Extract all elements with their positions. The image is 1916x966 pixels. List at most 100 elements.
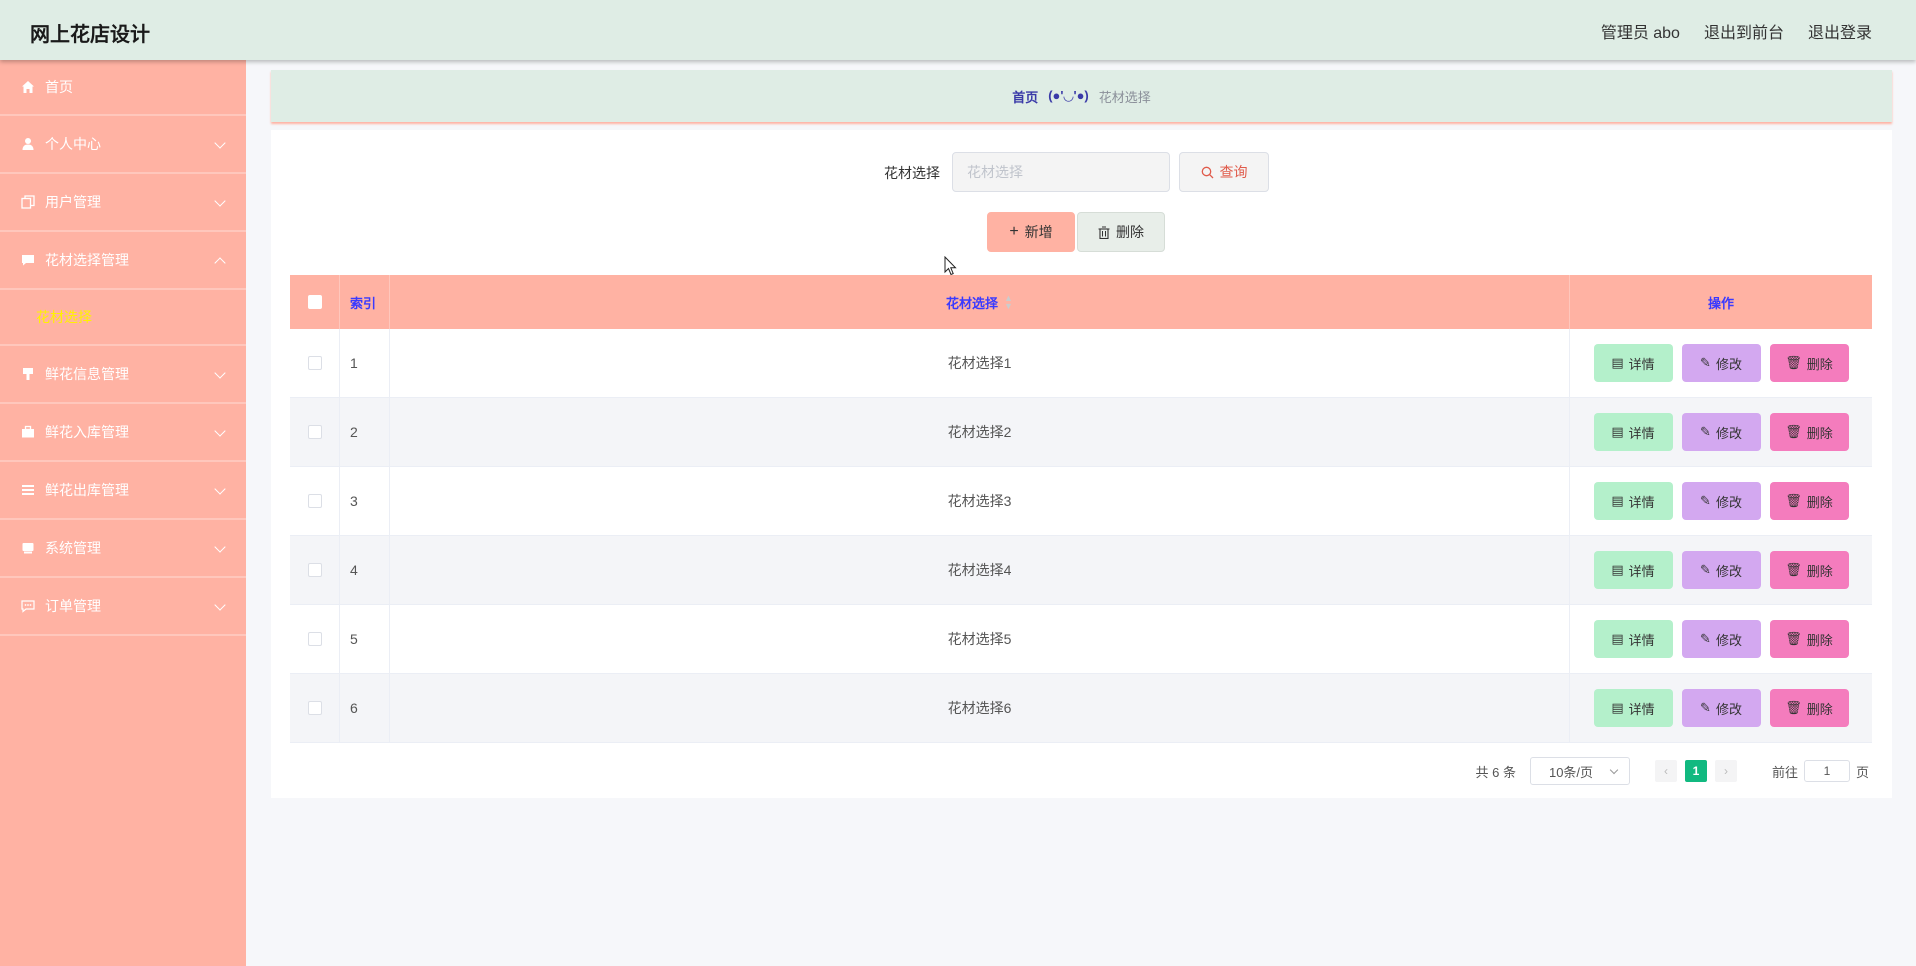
breadcrumb-home[interactable]: 首页 [1012, 87, 1038, 106]
sidebar-item-label: 系统管理 [45, 540, 101, 556]
row-ops: ▤ 详情 ✎ 修改 🗑 删除 [1570, 605, 1872, 673]
exit-to-front-link[interactable]: 退出到前台 [1704, 19, 1784, 43]
trash-icon: 🗑 [1785, 424, 1802, 439]
logout-link[interactable]: 退出登录 [1808, 19, 1872, 43]
search-icon [1201, 166, 1213, 178]
detail-label: 详情 [1628, 632, 1655, 648]
remove-label: 删除 [1806, 494, 1833, 510]
row-ops: ▤ 详情 ✎ 修改 🗑 删除 [1570, 398, 1872, 466]
detail-label: 详情 [1628, 356, 1655, 372]
row-checkbox[interactable] [307, 563, 322, 577]
row-ops: ▤ 详情 ✎ 修改 🗑 删除 [1570, 329, 1872, 397]
pagination-total: 共 6 条 [1475, 764, 1516, 780]
edit-button[interactable]: ✎ 修改 [1681, 620, 1761, 658]
row-ops: ▤ 详情 ✎ 修改 🗑 删除 [1570, 674, 1872, 742]
detail-button[interactable]: ▤ 详情 [1593, 551, 1673, 589]
sidebar-item-flower-outbound-management[interactable]: 鲜花出库管理 [0, 462, 246, 520]
sidebar-item-system-management[interactable]: 系统管理 [0, 520, 246, 578]
breadcrumb-separator: (●'◡'●) [1048, 88, 1089, 103]
detail-button[interactable]: ▤ 详情 [1593, 689, 1673, 727]
edit-button[interactable]: ✎ 修改 [1681, 551, 1761, 589]
sidebar-item-home[interactable]: 首页 [0, 60, 246, 116]
detail-button[interactable]: ▤ 详情 [1593, 344, 1673, 382]
trash-icon: 🗑 [1785, 631, 1802, 646]
sidebar-item-label: 鲜花出库管理 [45, 482, 129, 498]
chevron-down-icon [214, 599, 226, 611]
document-icon: ▤ [1611, 631, 1624, 646]
trash-icon: 🗑 [1785, 355, 1802, 370]
row-checkbox[interactable] [307, 632, 322, 646]
batch-delete-button[interactable]: 删除 [1077, 212, 1165, 252]
search-input[interactable] [952, 152, 1170, 192]
document-icon: ▤ [1611, 355, 1624, 370]
row-check-cell [290, 467, 340, 535]
pencil-icon: ✎ [1700, 562, 1711, 577]
chevron-left-icon: ‹ [1663, 764, 1668, 778]
edit-button[interactable]: ✎ 修改 [1681, 689, 1761, 727]
row-checkbox[interactable] [307, 494, 322, 508]
briefcase-icon [20, 424, 36, 440]
header-name[interactable]: 花材选择 ▲ ▼ [390, 275, 1570, 329]
next-page-button[interactable]: › [1714, 760, 1737, 782]
sidebar-item-label: 花材选择管理 [45, 252, 129, 268]
goto-page: 前往 页 [1772, 760, 1869, 782]
page-size-select[interactable]: 10条/页 [1529, 757, 1630, 785]
query-button[interactable]: 查询 [1179, 152, 1269, 192]
sidebar-item-label: 首页 [45, 79, 73, 95]
home-icon [20, 79, 36, 95]
detail-button[interactable]: ▤ 详情 [1593, 413, 1673, 451]
row-checkbox[interactable] [307, 356, 322, 370]
goto-page-input[interactable] [1803, 760, 1850, 782]
remove-button[interactable]: 🗑 删除 [1769, 551, 1849, 589]
edit-button[interactable]: ✎ 修改 [1681, 344, 1761, 382]
remove-button[interactable]: 🗑 删除 [1769, 344, 1849, 382]
sidebar-item-order-management[interactable]: 订单管理 [0, 578, 246, 636]
row-check-cell [290, 398, 340, 466]
chevron-right-icon: › [1723, 764, 1728, 778]
add-button[interactable]: + 新增 [987, 212, 1075, 252]
sidebar-item-flower-inbound-management[interactable]: 鲜花入库管理 [0, 404, 246, 462]
pencil-icon: ✎ [1700, 493, 1711, 508]
row-ops: ▤ 详情 ✎ 修改 🗑 删除 [1570, 467, 1872, 535]
edit-label: 修改 [1715, 632, 1742, 648]
sidebar-item-personal-center[interactable]: 个人中心 [0, 116, 246, 174]
trash-icon: 🗑 [1785, 562, 1802, 577]
detail-label: 详情 [1628, 701, 1655, 717]
remove-button[interactable]: 🗑 删除 [1769, 620, 1849, 658]
detail-button[interactable]: ▤ 详情 [1593, 620, 1673, 658]
sidebar-item-user-management[interactable]: 用户管理 [0, 174, 246, 232]
row-name: 花材选择4 [390, 536, 1570, 604]
remove-button[interactable]: 🗑 删除 [1769, 482, 1849, 520]
header-ops: 操作 [1707, 295, 1734, 311]
select-all-checkbox[interactable] [307, 295, 322, 309]
current-user: 管理员 abo [1600, 25, 1680, 42]
row-index: 4 [340, 536, 390, 604]
row-name: 花材选择3 [390, 467, 1570, 535]
sidebar-item-flower-info-management[interactable]: 鲜花信息管理 [0, 346, 246, 404]
detail-button[interactable]: ▤ 详情 [1593, 482, 1673, 520]
add-button-label: 新增 [1024, 224, 1053, 240]
edit-button[interactable]: ✎ 修改 [1681, 482, 1761, 520]
header-index: 索引 [340, 275, 390, 329]
sidebar-item-label: 鲜花入库管理 [45, 424, 129, 440]
page-number-button[interactable]: 1 [1684, 760, 1707, 782]
prev-page-button[interactable]: ‹ [1654, 760, 1677, 782]
search-row: 花材选择 查询 [271, 151, 1892, 192]
table-row: 1 花材选择1 ▤ 详情 ✎ 修改 🗑 删除 [290, 329, 1872, 398]
remove-button[interactable]: 🗑 删除 [1769, 689, 1849, 727]
page-size-value: 10条/页 [1548, 764, 1594, 780]
trash-icon: 🗑 [1785, 493, 1802, 508]
sidebar-subitem-flower-material[interactable]: 花材选择 [0, 290, 246, 346]
edit-button[interactable]: ✎ 修改 [1681, 413, 1761, 451]
sidebar-item-flower-material-management[interactable]: 花材选择管理 [0, 232, 246, 290]
table-row: 6 花材选择6 ▤ 详情 ✎ 修改 🗑 删除 [290, 674, 1872, 743]
row-checkbox[interactable] [307, 701, 322, 715]
remove-button[interactable]: 🗑 删除 [1769, 413, 1849, 451]
breadcrumb-current: 花材选择 [1098, 89, 1151, 105]
row-checkbox[interactable] [307, 425, 322, 439]
sort-icon[interactable]: ▲ ▼ [1004, 294, 1013, 311]
message-icon [20, 598, 36, 614]
list-icon [20, 482, 36, 498]
remove-label: 删除 [1806, 563, 1833, 579]
row-index: 6 [340, 674, 390, 742]
